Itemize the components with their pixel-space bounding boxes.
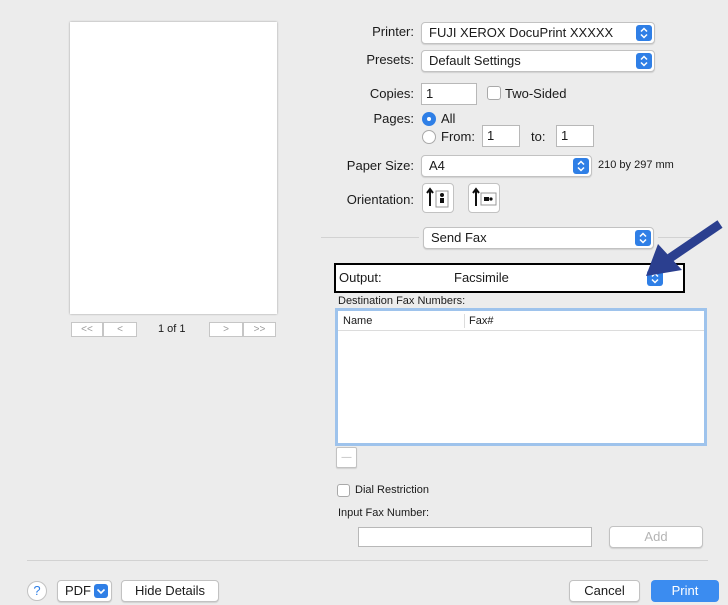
paper-size-value: A4 (429, 158, 445, 173)
dial-restriction-checkbox[interactable] (337, 484, 350, 497)
pdf-menu-button[interactable]: PDF (57, 580, 112, 602)
annotation-arrow-icon (646, 220, 723, 276)
last-page-button[interactable]: >> (243, 322, 276, 337)
column-divider (464, 314, 465, 328)
hide-details-button[interactable]: Hide Details (121, 580, 219, 602)
two-sided-checkbox[interactable] (487, 86, 501, 100)
pages-label: Pages: (373, 111, 414, 126)
landscape-orientation-button[interactable] (468, 183, 500, 213)
two-sided-label: Two-Sided (505, 86, 567, 101)
help-button[interactable]: ? (27, 581, 47, 601)
table-header: Name Fax# (338, 311, 704, 331)
output-popup[interactable]: Facsimile (433, 268, 665, 290)
chevron-down-icon (94, 584, 108, 598)
pages-to-field[interactable]: 1 (556, 125, 594, 147)
pages-all-label: All (441, 111, 456, 126)
prev-page-button[interactable]: < (103, 322, 137, 337)
dial-restriction-label: Dial Restriction (355, 484, 429, 496)
destination-table[interactable]: Name Fax# (335, 308, 707, 446)
landscape-icon (472, 187, 497, 206)
paper-dimensions: 210 by 297 mm (598, 159, 674, 171)
input-fax-field[interactable] (358, 527, 592, 547)
orientation-label: Orientation: (346, 192, 414, 207)
pdf-label: PDF (65, 583, 91, 598)
updown-icon (636, 25, 652, 41)
next-page-button[interactable]: > (209, 322, 243, 337)
pages-from-field[interactable]: 1 (482, 125, 520, 147)
section-separator-left (321, 237, 419, 238)
printer-value: FUJI XEROX DocuPrint XXXXX (429, 25, 614, 40)
output-value: Facsimile (454, 270, 509, 285)
pages-all-radio[interactable] (422, 112, 436, 126)
updown-icon (636, 53, 652, 69)
output-label: Output: (339, 270, 382, 285)
section-popup[interactable]: Send Fax (423, 227, 654, 249)
paper-size-popup[interactable]: A4 (421, 155, 592, 177)
presets-label: Presets: (366, 52, 414, 67)
destination-label: Destination Fax Numbers: (338, 295, 466, 307)
page-indicator: 1 of 1 (158, 323, 186, 335)
footer-separator (27, 560, 708, 561)
copies-field[interactable]: 1 (421, 83, 477, 105)
updown-icon (573, 158, 589, 174)
column-fax[interactable]: Fax# (469, 311, 493, 331)
first-page-button[interactable]: << (71, 322, 103, 337)
paper-size-label: Paper Size: (346, 158, 414, 173)
column-name[interactable]: Name (343, 311, 372, 331)
add-button[interactable]: Add (609, 526, 703, 548)
presets-value: Default Settings (429, 53, 521, 68)
printer-label: Printer: (372, 24, 414, 39)
remove-button[interactable]: — (336, 447, 357, 468)
pages-from-radio[interactable] (422, 130, 436, 144)
pages-to-label: to: (531, 129, 546, 144)
pages-from-label: From: (441, 129, 475, 144)
cancel-button[interactable]: Cancel (569, 580, 640, 602)
page-preview (70, 22, 277, 314)
input-fax-label: Input Fax Number: (338, 507, 430, 519)
section-value: Send Fax (431, 230, 487, 245)
printer-popup[interactable]: FUJI XEROX DocuPrint XXXXX (421, 22, 655, 44)
portrait-icon (426, 187, 449, 208)
presets-popup[interactable]: Default Settings (421, 50, 655, 72)
copies-label: Copies: (369, 86, 414, 101)
portrait-orientation-button[interactable] (422, 183, 454, 213)
print-button[interactable]: Print (651, 580, 719, 602)
